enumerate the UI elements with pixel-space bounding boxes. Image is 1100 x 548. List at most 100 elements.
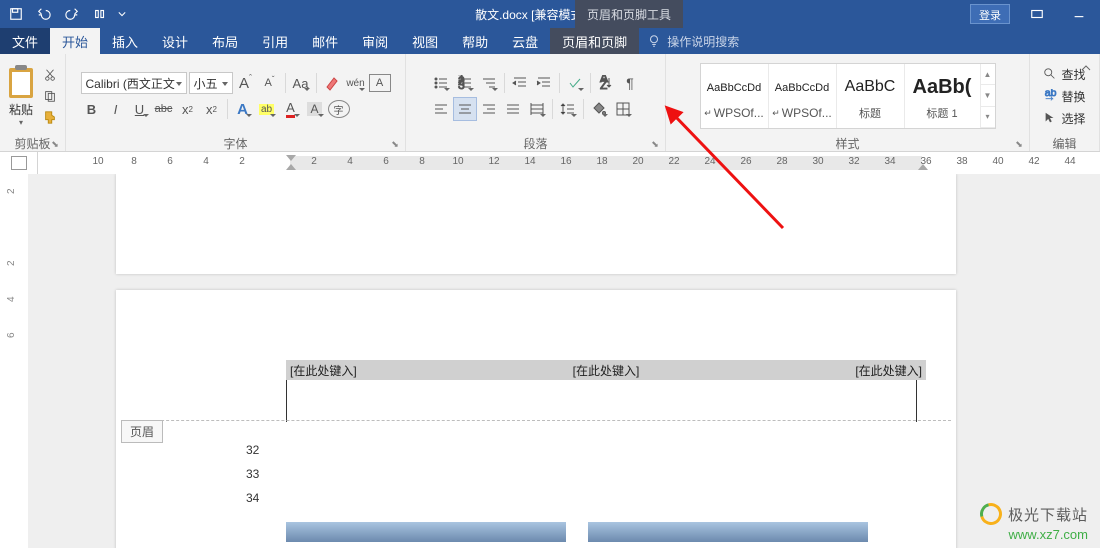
tab-cloud[interactable]: 云盘 — [500, 28, 550, 54]
char-shading-button[interactable]: A — [304, 98, 326, 120]
line-spacing-button[interactable] — [557, 98, 579, 120]
style-item-1[interactable]: AaBbCcDd↵WPSOf... — [701, 64, 769, 128]
collapse-ribbon-button[interactable] — [1076, 58, 1096, 78]
clear-format-button[interactable] — [321, 72, 343, 94]
line-2: 33 — [246, 462, 259, 486]
group-styles: AaBbCcDd↵WPSOf... AaBbCcDd↵WPSOf... AaBb… — [666, 54, 1030, 151]
styles-dialog-launcher[interactable]: ⬊ — [1012, 137, 1026, 151]
redo-button[interactable] — [60, 2, 84, 26]
decrease-indent-button[interactable] — [509, 72, 531, 94]
tab-review[interactable]: 审阅 — [350, 28, 400, 54]
tell-me-search[interactable]: 操作说明搜索 — [647, 28, 739, 54]
touch-mode-button[interactable] — [88, 2, 112, 26]
change-case-button[interactable]: Aa — [290, 72, 312, 94]
tab-file[interactable]: 文件 — [0, 28, 50, 54]
styles-gallery[interactable]: AaBbCcDd↵WPSOf... AaBbCcDd↵WPSOf... AaBb… — [700, 63, 996, 129]
page-current[interactable]: [在此处键入] [在此处键入] [在此处键入] 页眉 32 33 34 — [116, 290, 956, 548]
document-area: 2246 [在此处键入] [在此处键入] [在此处键入] 页眉 32 33 34 — [0, 174, 1100, 548]
underline-button[interactable]: U — [129, 98, 151, 120]
tab-selector[interactable] — [0, 152, 38, 174]
char-border-button[interactable]: A — [369, 74, 391, 92]
shading-button[interactable] — [588, 98, 610, 120]
window-title: 散文.docx [兼容模式] - Word — [0, 6, 1100, 23]
format-painter-button[interactable] — [41, 108, 59, 126]
select-button[interactable]: 选择 — [1039, 108, 1089, 128]
numbering-button[interactable]: 123 — [454, 72, 476, 94]
save-button[interactable] — [4, 2, 28, 26]
vertical-ruler[interactable]: 2246 — [0, 174, 28, 548]
horizontal-ruler[interactable]: 1086422468101214161820222426283032343638… — [0, 152, 1100, 174]
bullets-button[interactable] — [430, 72, 452, 94]
cut-button[interactable] — [41, 66, 59, 84]
paste-button[interactable]: 粘贴 — [9, 101, 33, 118]
tab-insert[interactable]: 插入 — [100, 28, 150, 54]
highlight-button[interactable]: ab — [256, 98, 278, 120]
tab-header-footer[interactable]: 页眉和页脚 — [550, 28, 639, 54]
increase-indent-button[interactable] — [533, 72, 555, 94]
font-color-button[interactable]: A — [280, 98, 302, 120]
gallery-scroll[interactable]: ▲▼▾ — [981, 64, 995, 128]
tab-mailings[interactable]: 邮件 — [300, 28, 350, 54]
image-placeholder-2 — [588, 522, 868, 542]
align-center-button[interactable] — [454, 98, 476, 120]
distribute-button[interactable] — [526, 98, 548, 120]
borders-button[interactable] — [612, 98, 634, 120]
document-scroll[interactable]: [在此处键入] [在此处键入] [在此处键入] 页眉 32 33 34 — [28, 174, 1100, 548]
tab-references[interactable]: 引用 — [250, 28, 300, 54]
text-effects-button[interactable]: A — [232, 98, 254, 120]
tab-help[interactable]: 帮助 — [450, 28, 500, 54]
font-size-combo[interactable]: 小五 — [189, 72, 233, 94]
justify-button[interactable] — [502, 98, 524, 120]
editing-label: 编辑 — [1052, 135, 1076, 152]
svg-text:3: 3 — [458, 78, 465, 91]
text-cursor-right — [916, 380, 917, 422]
style-item-2[interactable]: AaBbCcDd↵WPSOf... — [769, 64, 837, 128]
tab-home[interactable]: 开始 — [50, 28, 100, 54]
superscript-button[interactable]: x2 — [201, 98, 223, 120]
minimize-button[interactable] — [1058, 0, 1100, 28]
tab-layout[interactable]: 布局 — [200, 28, 250, 54]
header-tag[interactable]: 页眉 — [121, 420, 163, 443]
sort-button[interactable]: AZ — [595, 72, 617, 94]
header-left[interactable]: [在此处键入] — [288, 362, 359, 379]
bold-button[interactable]: B — [81, 98, 103, 120]
clipboard-label: 剪贴板 — [14, 135, 50, 152]
undo-button[interactable] — [32, 2, 56, 26]
multilevel-list-button[interactable] — [478, 72, 500, 94]
grow-font-button[interactable]: Aˆ — [235, 72, 257, 94]
style-item-3[interactable]: AaBbC标题 — [837, 64, 905, 128]
enclose-char-button[interactable]: 字 — [328, 100, 350, 118]
header-right[interactable]: [在此处键入] — [853, 362, 924, 379]
copy-button[interactable] — [41, 87, 59, 105]
title-bar: 散文.docx [兼容模式] - Word 页眉和页脚工具 登录 — [0, 0, 1100, 28]
svg-text:ab: ab — [1045, 89, 1057, 99]
phonetic-guide-button[interactable]: wén — [345, 72, 367, 94]
asian-layout-button[interactable] — [564, 72, 586, 94]
align-right-button[interactable] — [478, 98, 500, 120]
clipboard-dialog-launcher[interactable]: ⬊ — [48, 137, 62, 151]
svg-text:Z: Z — [600, 78, 607, 91]
qat-dropdown[interactable] — [116, 2, 128, 26]
image-row — [286, 522, 868, 542]
font-name-combo[interactable]: Calibri (西文正文 — [81, 72, 187, 94]
page-previous — [116, 174, 956, 274]
paste-icon[interactable] — [6, 65, 36, 101]
contextual-tab-title: 页眉和页脚工具 — [575, 0, 683, 28]
style-item-4[interactable]: AaBb(标题 1 — [905, 64, 981, 128]
strike-button[interactable]: abc — [153, 98, 175, 120]
italic-button[interactable]: I — [105, 98, 127, 120]
font-dialog-launcher[interactable]: ⬊ — [388, 137, 402, 151]
tab-design[interactable]: 设计 — [150, 28, 200, 54]
ribbon-display-options[interactable] — [1016, 0, 1058, 28]
show-marks-button[interactable]: ¶ — [619, 72, 641, 94]
line-3: 34 — [246, 486, 259, 510]
subscript-button[interactable]: x2 — [177, 98, 199, 120]
header-center[interactable]: [在此处键入] — [571, 362, 642, 379]
signin-button[interactable]: 登录 — [970, 4, 1010, 24]
shrink-font-button[interactable]: Aˇ — [259, 72, 281, 94]
replace-button[interactable]: ab替换 — [1039, 86, 1089, 106]
header-row[interactable]: [在此处键入] [在此处键入] [在此处键入] — [286, 360, 926, 380]
tab-view[interactable]: 视图 — [400, 28, 450, 54]
paragraph-dialog-launcher[interactable]: ⬊ — [648, 137, 662, 151]
align-left-button[interactable] — [430, 98, 452, 120]
